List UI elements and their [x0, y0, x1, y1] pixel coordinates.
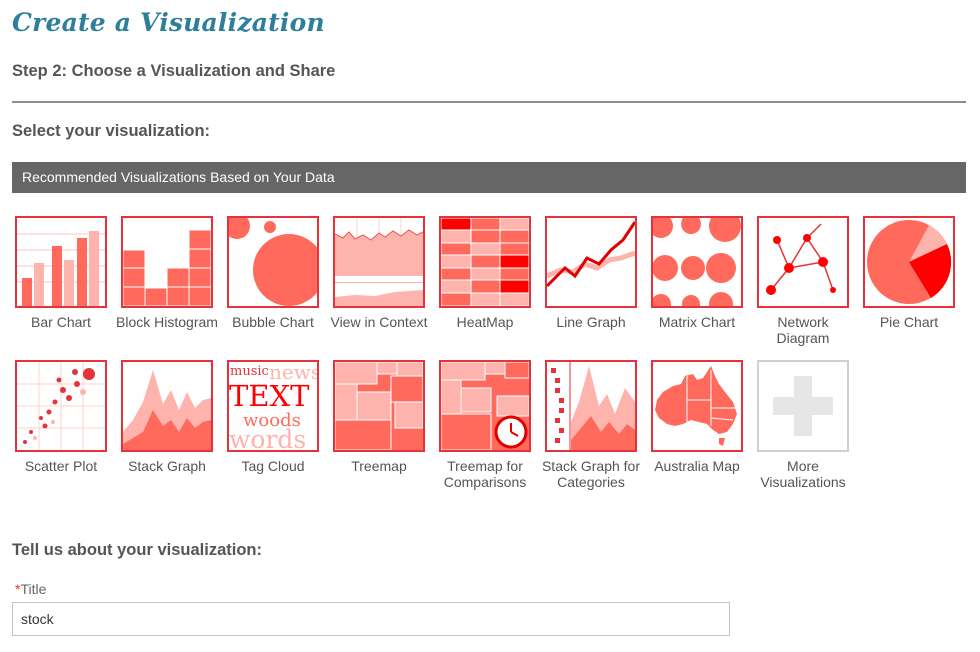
viz-treemap[interactable]: Treemap — [326, 360, 432, 504]
network-diagram-icon — [766, 223, 836, 295]
viz-matrix-chart[interactable]: Matrix Chart — [644, 216, 750, 360]
treemap-comparisons-icon — [441, 362, 529, 450]
tag-cloud-icon: music news TEXT woods words — [229, 362, 317, 450]
viz-label: Pie Chart — [879, 314, 939, 330]
viz-label: View in Context — [330, 314, 428, 330]
viz-label: HeatMap — [456, 314, 514, 330]
treemap-icon — [335, 362, 423, 450]
heatmap-icon — [441, 218, 529, 306]
bubble-chart-icon — [229, 218, 317, 306]
stack-graph-categories-icon — [547, 362, 635, 450]
viz-bar-chart[interactable]: Bar Chart — [8, 216, 114, 360]
viz-more-visualizations[interactable]: More Visualizations — [750, 360, 856, 504]
visualization-grid: Bar Chart Block Histogram Bubble Chart V… — [8, 216, 968, 504]
viz-label: Bar Chart — [31, 314, 91, 330]
viz-label: Stack Graph for Categories — [541, 458, 641, 490]
viz-stack-graph[interactable]: Stack Graph — [114, 360, 220, 504]
recommended-bar: Recommended Visualizations Based on Your… — [12, 162, 966, 193]
viz-thumb — [15, 360, 107, 452]
viz-heatmap[interactable]: HeatMap — [432, 216, 538, 360]
viz-thumb — [15, 216, 107, 308]
viz-thumb — [545, 360, 637, 452]
bar-chart-icon — [17, 231, 105, 306]
title-label-text: Title — [20, 581, 47, 597]
block-histogram-icon — [123, 229, 211, 306]
tag-word: music — [230, 364, 269, 379]
line-graph-icon — [547, 221, 635, 288]
viz-australia-map[interactable]: Australia Map — [644, 360, 750, 504]
scatter-plot-icon — [17, 362, 105, 450]
viz-thumb — [757, 216, 849, 308]
divider — [12, 101, 966, 103]
viz-thumb: music news TEXT woods words — [227, 360, 319, 452]
viz-label: Stack Graph — [128, 458, 206, 474]
viz-thumb — [439, 216, 531, 308]
viz-label: Treemap — [351, 458, 407, 474]
view-in-context-icon — [335, 218, 423, 306]
viz-thumb — [121, 360, 213, 452]
viz-view-in-context[interactable]: View in Context — [326, 216, 432, 360]
about-visualization-heading: Tell us about your visualization: — [12, 541, 262, 559]
viz-thumb — [757, 360, 849, 452]
viz-thumb — [439, 360, 531, 452]
viz-line-graph[interactable]: Line Graph — [538, 216, 644, 360]
viz-thumb — [651, 216, 743, 308]
viz-label: Network Diagram — [776, 314, 830, 346]
viz-label: Matrix Chart — [658, 314, 736, 330]
viz-stack-graph-categories[interactable]: Stack Graph for Categories — [538, 360, 644, 504]
title-field-label: *Title — [15, 581, 46, 597]
viz-thumb — [651, 360, 743, 452]
viz-thumb — [333, 216, 425, 308]
matrix-chart-icon — [653, 218, 741, 306]
select-visualization-heading: Select your visualization: — [12, 122, 211, 140]
viz-label: Block Histogram — [116, 314, 218, 330]
viz-thumb — [333, 360, 425, 452]
title-input[interactable] — [12, 602, 730, 636]
viz-block-histogram[interactable]: Block Histogram — [114, 216, 220, 360]
viz-label: Australia Map — [654, 458, 740, 474]
viz-thumb — [545, 216, 637, 308]
viz-scatter-plot[interactable]: Scatter Plot — [8, 360, 114, 504]
tag-word: TEXT — [229, 379, 310, 413]
viz-treemap-comparisons[interactable]: Treemap for Comparisons — [432, 360, 538, 504]
plus-icon — [773, 376, 833, 436]
viz-bubble-chart[interactable]: Bubble Chart — [220, 216, 326, 360]
stack-graph-icon — [123, 370, 211, 450]
tag-word: words — [229, 425, 306, 450]
step-heading: Step 2: Choose a Visualization and Share — [12, 62, 336, 80]
viz-thumb — [121, 216, 213, 308]
viz-network-diagram[interactable]: Network Diagram — [750, 216, 856, 360]
viz-tag-cloud[interactable]: music news TEXT woods words Tag Cloud — [220, 360, 326, 504]
viz-pie-chart[interactable]: Pie Chart — [856, 216, 962, 360]
viz-label: Scatter Plot — [24, 458, 98, 474]
page-title: Create a Visualization — [12, 8, 325, 37]
viz-thumb — [227, 216, 319, 308]
pie-chart-icon — [867, 220, 952, 304]
viz-label: More Visualizations — [760, 458, 846, 490]
viz-thumb — [863, 216, 955, 308]
australia-map-icon — [655, 366, 737, 446]
viz-label: Line Graph — [556, 314, 626, 330]
viz-label: Treemap for Comparisons — [443, 458, 527, 490]
viz-label: Tag Cloud — [241, 458, 305, 474]
viz-label: Bubble Chart — [232, 314, 314, 330]
